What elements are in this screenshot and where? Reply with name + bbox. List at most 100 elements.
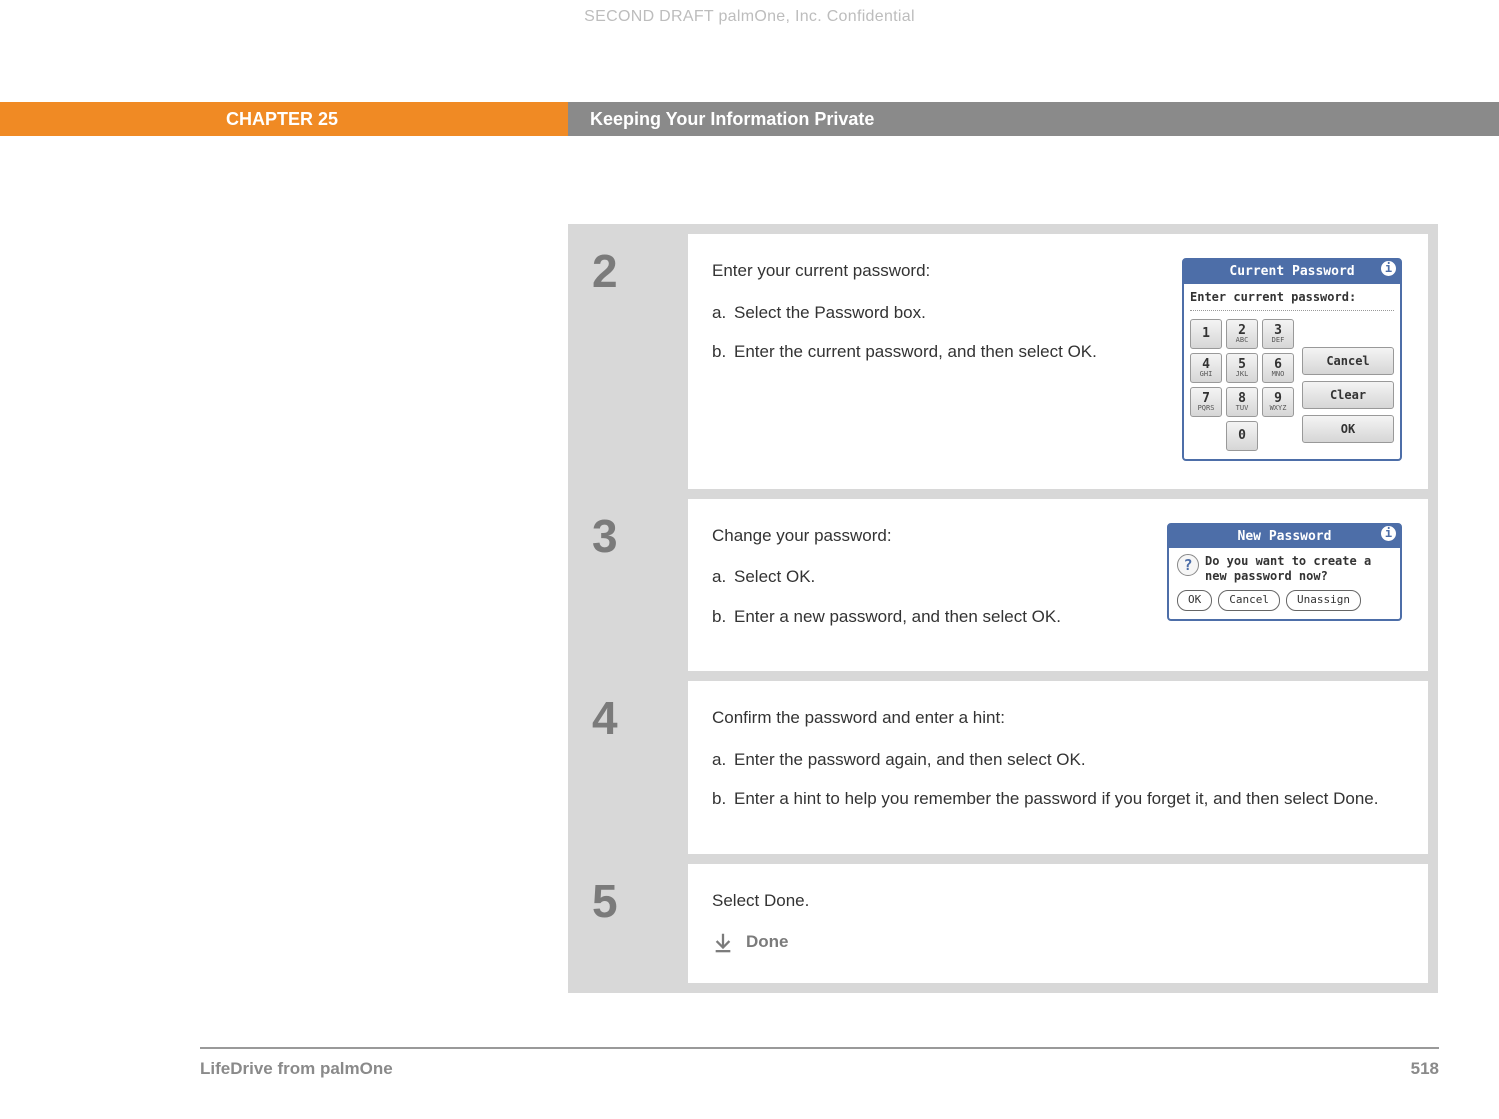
clear-button[interactable]: Clear [1302, 381, 1394, 409]
key-digit: 5 [1238, 358, 1246, 371]
step-body: Enter your current password: a. Select t… [688, 234, 1428, 489]
substep-text: Enter the current password, and then sel… [734, 339, 1152, 365]
done-label: Done [746, 929, 789, 955]
substep-text: Enter the password again, and then selec… [734, 747, 1402, 773]
unassign-button[interactable]: Unassign [1286, 590, 1361, 611]
key-1[interactable]: 1 [1190, 319, 1222, 349]
key-letters: TUV [1236, 405, 1249, 412]
ok-button[interactable]: OK [1302, 415, 1394, 443]
key-digit: 2 [1238, 324, 1246, 337]
step-lead: Enter your current password: [712, 258, 1152, 284]
title-block: Keeping Your Information Private [568, 102, 1499, 136]
info-icon[interactable]: i [1381, 261, 1396, 276]
key-letters: DEF [1272, 337, 1285, 344]
steps-container: 2 Enter your current password: a. Select… [568, 224, 1438, 993]
dialog-body: ? Do you want to create a new password n… [1169, 548, 1400, 588]
done-arrow-icon [712, 931, 734, 953]
cancel-button[interactable]: Cancel [1302, 347, 1394, 375]
key-digit: 4 [1202, 358, 1210, 371]
key-digit: 9 [1274, 392, 1282, 405]
substep-text: Enter a new password, and then select OK… [734, 604, 1137, 630]
key-letters: PQRS [1198, 405, 1215, 412]
step-text: Enter your current password: a. Select t… [712, 258, 1152, 461]
question-icon: ? [1177, 554, 1199, 576]
substep-label: b. [712, 604, 734, 630]
step-number-text: 3 [592, 510, 618, 562]
substep-label: a. [712, 564, 734, 590]
key-digit: 0 [1238, 429, 1246, 442]
key-3[interactable]: 3DEF [1262, 319, 1294, 349]
step-row: 5 Select Done. Done [568, 854, 1438, 993]
step-text: Change your password: a. Select OK. b. E… [712, 523, 1137, 644]
substep: b. Enter a hint to help you remember the… [712, 786, 1402, 812]
substep: a. Select OK. [712, 564, 1137, 590]
page-footer: LifeDrive from palmOne 518 [200, 1047, 1439, 1079]
substep-label: a. [712, 747, 734, 773]
step-body: Select Done. Done [688, 864, 1428, 983]
key-8[interactable]: 8TUV [1226, 387, 1258, 417]
key-letters: MNO [1272, 371, 1285, 378]
substep: a. Select the Password box. [712, 300, 1152, 326]
numeric-keypad: 1 2ABC 3DEF 4GHI 5JKL 6MNO 7PQRS 8TUV 9W… [1190, 319, 1294, 451]
step-text: Confirm the password and enter a hint: a… [712, 705, 1402, 826]
substep-text: Select OK. [734, 564, 1137, 590]
device-title-bar: Current Password i [1184, 260, 1400, 284]
dialog-question: Do you want to create a new password now… [1205, 554, 1392, 584]
cancel-button[interactable]: Cancel [1218, 590, 1280, 611]
info-icon[interactable]: i [1381, 526, 1396, 541]
key-6[interactable]: 6MNO [1262, 353, 1294, 383]
substep: a. Enter the password again, and then se… [712, 747, 1402, 773]
footer-page-number: 518 [1411, 1059, 1439, 1079]
substep-label: b. [712, 786, 734, 812]
ok-button[interactable]: OK [1177, 590, 1212, 611]
key-digit: 3 [1274, 324, 1282, 337]
step-row: 4 Confirm the password and enter a hint:… [568, 671, 1438, 854]
step-number: 5 [578, 864, 688, 983]
device-new-password: New Password i ? Do you want to create a… [1167, 523, 1402, 621]
key-letters: WXYZ [1270, 405, 1287, 412]
step-number: 4 [578, 681, 688, 854]
substep: b. Enter the current password, and then … [712, 339, 1152, 365]
side-buttons: Cancel Clear OK [1302, 319, 1394, 451]
device-current-password: Current Password i Enter current passwor… [1182, 258, 1402, 461]
key-digit: 8 [1238, 392, 1246, 405]
substep: b. Enter a new password, and then select… [712, 604, 1137, 630]
step-row: 2 Enter your current password: a. Select… [568, 224, 1438, 489]
key-7[interactable]: 7PQRS [1190, 387, 1222, 417]
step-number: 3 [578, 499, 688, 672]
step-lead: Change your password: [712, 523, 1137, 549]
substep-text: Select the Password box. [734, 300, 1152, 326]
key-0[interactable]: 0 [1226, 421, 1258, 451]
device-prompt: Enter current password: [1184, 284, 1400, 308]
device-title-text: Current Password [1229, 264, 1354, 279]
key-9[interactable]: 9WXYZ [1262, 387, 1294, 417]
key-2[interactable]: 2ABC [1226, 319, 1258, 349]
key-4[interactable]: 4GHI [1190, 353, 1222, 383]
substep-label: b. [712, 339, 734, 365]
key-digit: 6 [1274, 358, 1282, 371]
chapter-label: CHAPTER 25 [226, 109, 338, 130]
step-body: Confirm the password and enter a hint: a… [688, 681, 1428, 854]
device-pad-area: 1 2ABC 3DEF 4GHI 5JKL 6MNO 7PQRS 8TUV 9W… [1184, 319, 1400, 459]
step-number-text: 4 [592, 692, 618, 744]
dialog-buttons: OK Cancel Unassign [1169, 588, 1400, 619]
device-title-bar: New Password i [1169, 525, 1400, 549]
step-body: Change your password: a. Select OK. b. E… [688, 499, 1428, 672]
substep-label: a. [712, 300, 734, 326]
password-input-line[interactable] [1190, 310, 1394, 311]
step-number-text: 5 [592, 875, 618, 927]
footer-product: LifeDrive from palmOne [200, 1059, 393, 1079]
substep-text: Enter a hint to help you remember the pa… [734, 786, 1402, 812]
key-letters: JKL [1236, 371, 1249, 378]
key-digit: 7 [1202, 392, 1210, 405]
key-digit: 1 [1202, 327, 1210, 340]
step-text: Select Done. Done [712, 888, 1402, 955]
header-bar: CHAPTER 25 Keeping Your Information Priv… [0, 102, 1499, 136]
device-title-text: New Password [1238, 529, 1332, 544]
watermark-text: SECOND DRAFT palmOne, Inc. Confidential [0, 8, 1499, 26]
step-lead: Select Done. [712, 888, 1402, 914]
key-5[interactable]: 5JKL [1226, 353, 1258, 383]
done-row: Done [712, 929, 1402, 955]
chapter-title: Keeping Your Information Private [590, 109, 874, 130]
key-letters: GHI [1200, 371, 1213, 378]
